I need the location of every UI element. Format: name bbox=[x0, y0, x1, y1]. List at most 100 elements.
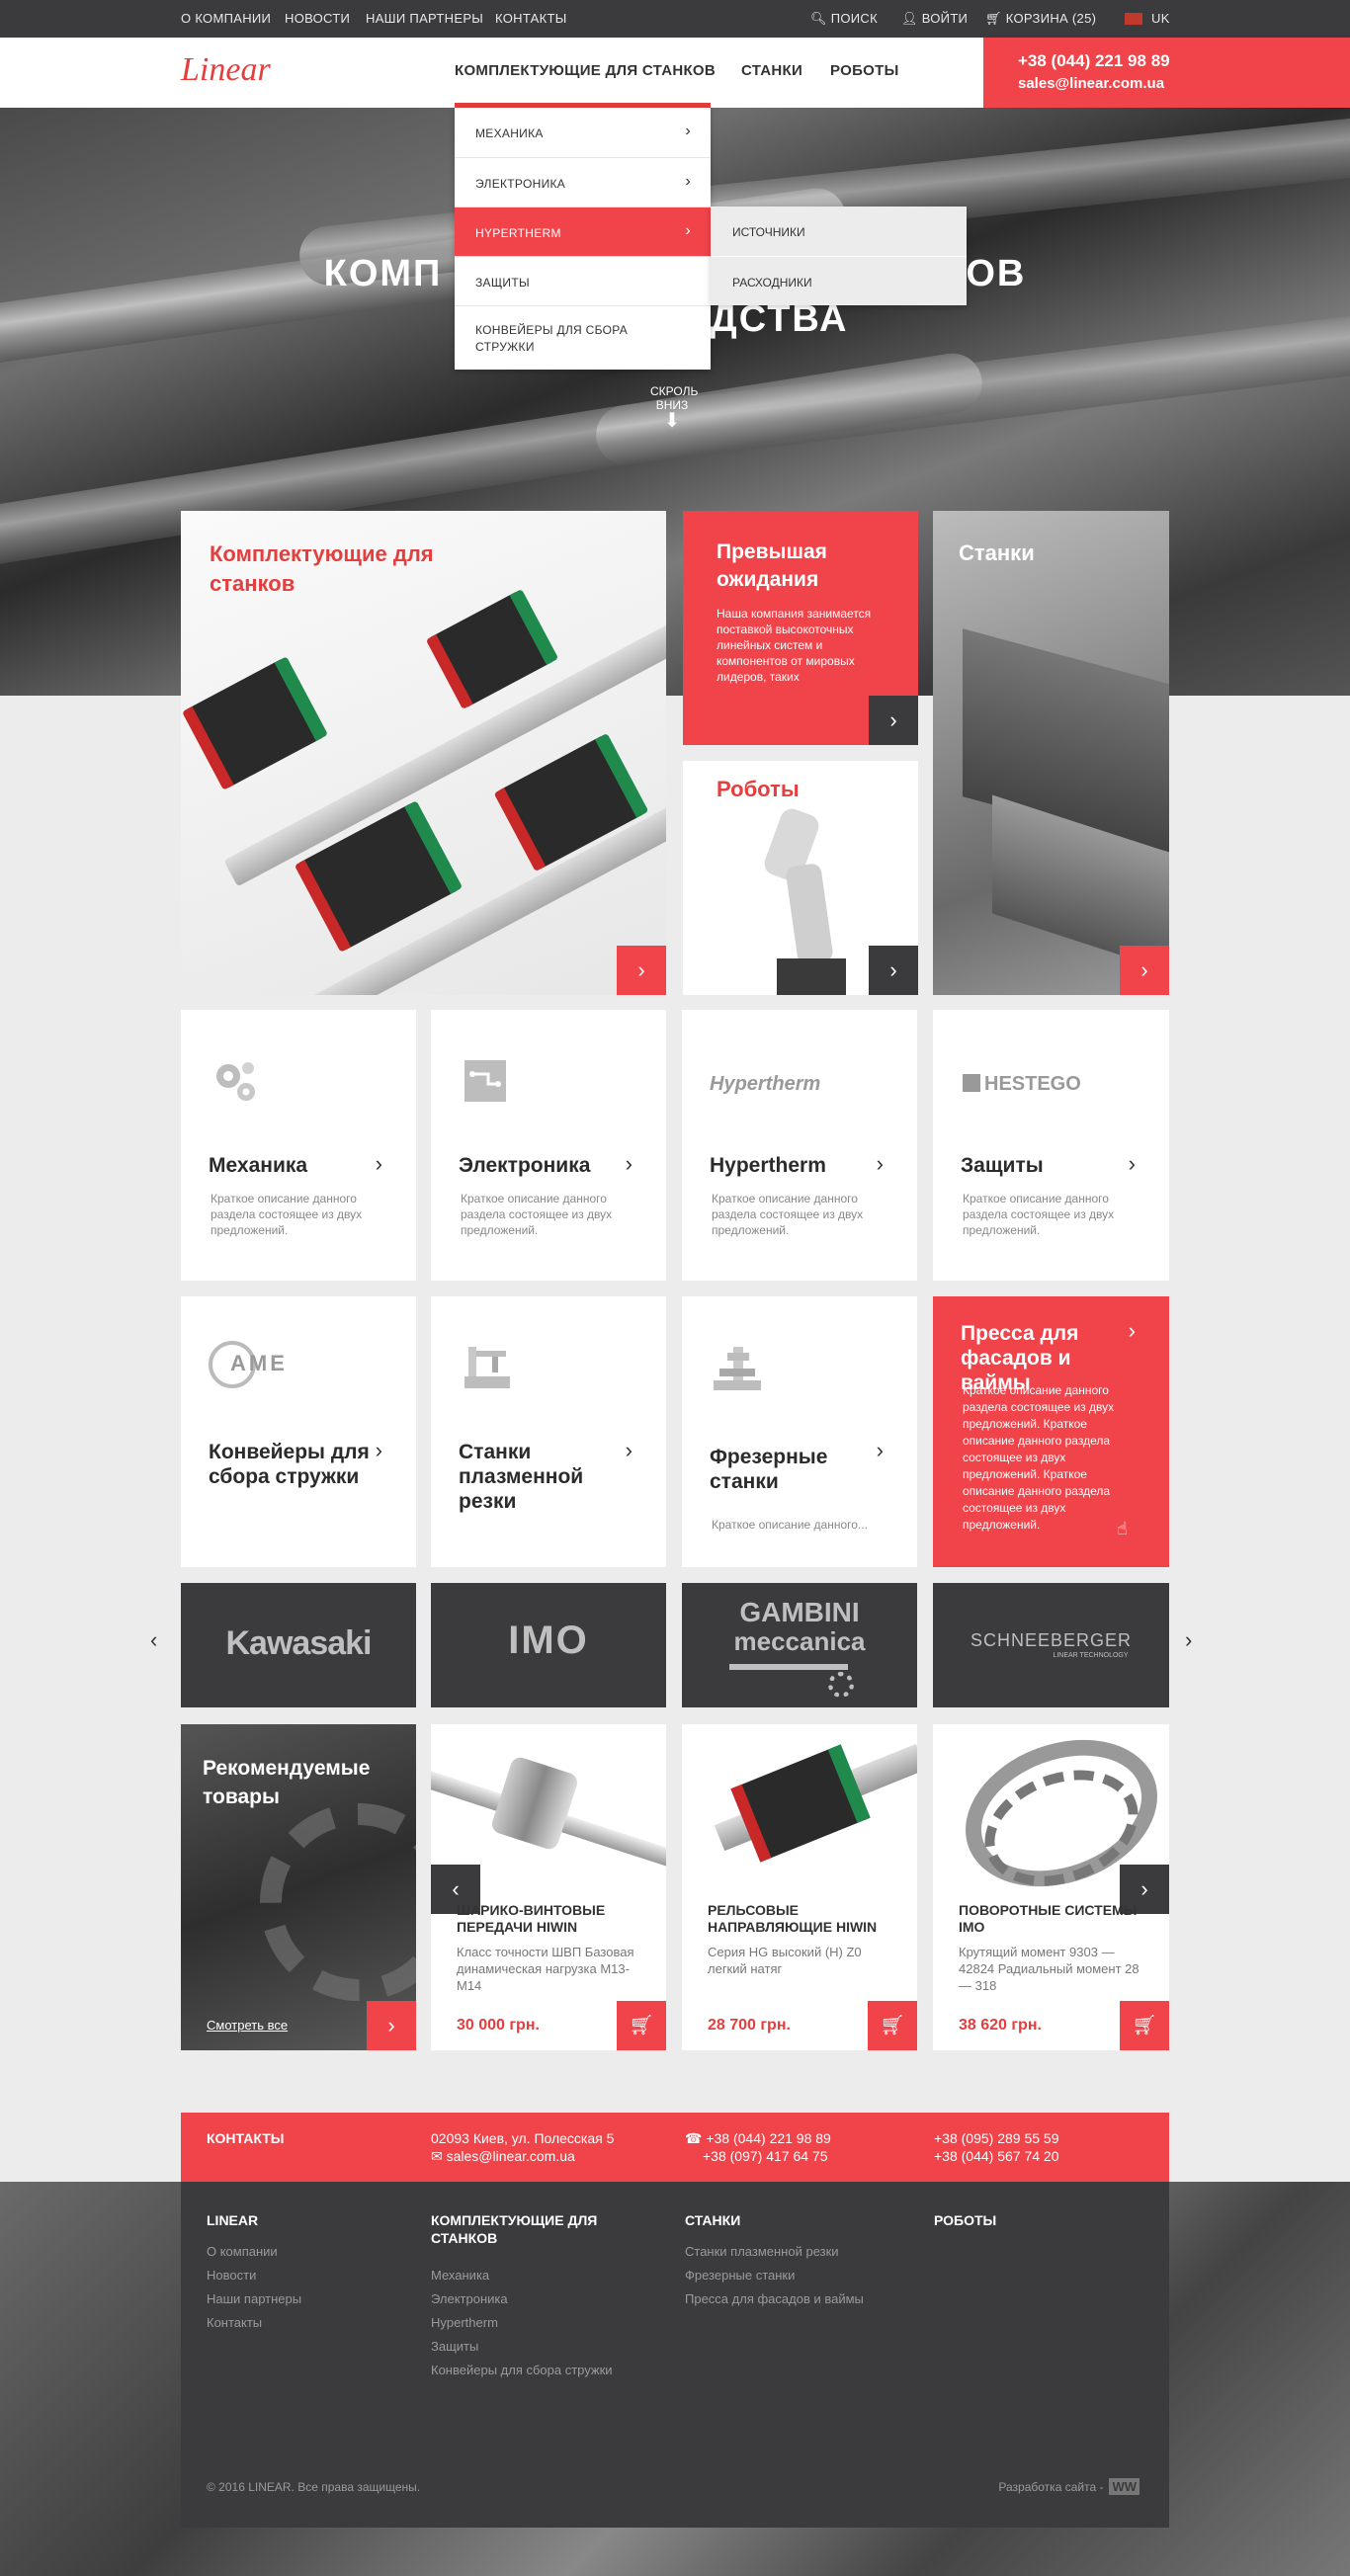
chevron-left-icon: ‹ bbox=[452, 1876, 460, 1901]
plasma-machine-icon bbox=[464, 1347, 510, 1388]
dropdown-item-conveyors[interactable]: КОНВЕЙЕРЫ ДЛЯ СБОРА СТРУЖКИ bbox=[455, 305, 711, 370]
footer-link[interactable]: Hypertherm bbox=[431, 2315, 498, 2330]
add-to-cart-button[interactable]: 🛒︎ bbox=[617, 2001, 666, 2050]
tile-robots-arrow-button[interactable]: › bbox=[869, 946, 918, 995]
category-title: Конвейеры для сбора стружки bbox=[209, 1441, 370, 1488]
tile-components-arrow-button[interactable]: › bbox=[617, 946, 666, 995]
product-description: Крутящий момент 9303 — 42824 Радиальный … bbox=[959, 1945, 1139, 1993]
contacts-email-link[interactable]: ✉︎ sales@linear.com.ua bbox=[431, 2147, 575, 2165]
brand-kawasaki[interactable]: Kawasaki bbox=[181, 1583, 416, 1707]
carriage-block-image bbox=[181, 656, 329, 790]
category-card-electronics[interactable]: Электроника › Краткое описание данного р… bbox=[431, 1010, 666, 1281]
footer-col-title: КОМПЛЕКТУЮЩИЕ ДЛЯ СТАНКОВ bbox=[431, 2212, 598, 2246]
login-link[interactable]: 👤︎ ВОЙТИ bbox=[901, 11, 968, 27]
chevron-right-icon: › bbox=[375, 1151, 382, 1176]
footer-link[interactable]: О компании bbox=[207, 2244, 278, 2259]
dropdown-item-hypertherm[interactable]: HYPERTHERM › bbox=[455, 207, 711, 256]
product-card[interactable]: РЕЛЬСОВЫЕ НАПРАВЛЯЮЩИЕ HIWIN Серия HG вы… bbox=[682, 1724, 917, 2050]
contacts-phone-3[interactable]: +38 (095) 289 55 59 bbox=[934, 2129, 1059, 2147]
category-card-press[interactable]: Пресса для фасадов и ваймы › Краткое опи… bbox=[933, 1296, 1169, 1567]
topnav-about[interactable]: О КОМПАНИИ bbox=[181, 11, 271, 26]
category-card-protection[interactable]: HESTEGO Защиты › Краткое описание данног… bbox=[933, 1010, 1169, 1281]
footer-link[interactable]: Защиты bbox=[431, 2339, 478, 2354]
submenu-item-sources[interactable]: ИСТОЧНИКИ bbox=[711, 207, 967, 256]
contacts-label: КОНТАКТЫ bbox=[207, 2130, 285, 2146]
category-card-plasma[interactable]: Станки плазменной резки › bbox=[431, 1296, 666, 1567]
chevron-left-icon: ‹ bbox=[150, 1627, 158, 1652]
chevron-right-icon: › bbox=[375, 1438, 382, 1462]
imo-logo: IMO bbox=[508, 1619, 589, 1662]
brands-prev-arrow[interactable]: ‹ bbox=[150, 1627, 157, 1653]
meccanica-logo: meccanica bbox=[733, 1626, 866, 1656]
nav-robots[interactable]: РОБОТЫ bbox=[830, 62, 899, 79]
nav-components[interactable]: КОМПЛЕКТУЮЩИЕ ДЛЯ СТАНКОВ bbox=[455, 62, 716, 79]
category-card-mechanics[interactable]: Механика › Краткое описание данного разд… bbox=[181, 1010, 416, 1281]
contacts-phone-2[interactable]: +38 (097) 417 64 75 bbox=[703, 2147, 828, 2165]
scroll-down[interactable]: СКРОЛЬ ВНИЗ ⬇︎ bbox=[633, 384, 712, 431]
chevron-right-icon: › bbox=[1128, 1151, 1136, 1176]
header-email[interactable]: sales@linear.com.ua bbox=[1018, 75, 1164, 92]
footer-link[interactable]: Контакты bbox=[207, 2315, 262, 2330]
footer-link[interactable]: Электроника bbox=[431, 2291, 508, 2306]
view-all-link[interactable]: Смотреть все bbox=[207, 2018, 288, 2033]
tile-components[interactable]: Комплектующие для станков › bbox=[181, 511, 666, 995]
topnav-contacts[interactable]: КОНТАКТЫ bbox=[495, 11, 567, 26]
add-to-cart-button[interactable]: 🛒︎ bbox=[1120, 2001, 1169, 2050]
brands-next-arrow[interactable]: › bbox=[1185, 1627, 1192, 1653]
ballscrew-nut-image bbox=[489, 1755, 580, 1852]
contacts-strip: КОНТАКТЫ 02093 Киев, ул. Полесская 5 ✉︎ … bbox=[181, 2113, 1169, 2182]
brand-imo[interactable]: IMO bbox=[431, 1583, 666, 1707]
category-description: Краткое описание данного раздела состоящ… bbox=[461, 1192, 613, 1237]
product-card[interactable]: › ПОВОРОТНЫЕ СИСТЕМЫ IMO Крутящий момент… bbox=[933, 1724, 1169, 2050]
tile-machines-title: Станки bbox=[959, 540, 1035, 565]
add-to-cart-button[interactable]: 🛒︎ bbox=[868, 2001, 917, 2050]
developer-credit[interactable]: Разработка сайта - WW bbox=[998, 2478, 1139, 2495]
category-description: Краткое описание данного раздела состоящ… bbox=[963, 1383, 1115, 1532]
category-description: Краткое описание данного раздела состоящ… bbox=[963, 1192, 1115, 1237]
developer-logo: WW bbox=[1109, 2478, 1139, 2495]
components-dropdown: МЕХАНИКА › ЭЛЕКТРОНИКА › HYPERTHERM › ЗАЩИТ… bbox=[455, 108, 711, 370]
brand-gambini[interactable]: GAMBINI meccanica bbox=[682, 1583, 917, 1707]
footer-link[interactable]: Новости bbox=[207, 2268, 256, 2283]
tile-machines-arrow-button[interactable]: › bbox=[1120, 946, 1169, 995]
footer-link[interactable]: Механика bbox=[431, 2268, 489, 2283]
brand-schneeberger[interactable]: SCHNEEBERGER LINEAR TECHNOLOGY bbox=[933, 1583, 1169, 1707]
logo[interactable]: Linear bbox=[181, 51, 271, 89]
category-card-conveyors[interactable]: AME Конвейеры для сбора стружки › bbox=[181, 1296, 416, 1567]
category-card-hypertherm[interactable]: Hypertherm Hypertherm › Краткое описание… bbox=[682, 1010, 917, 1281]
tile-robots[interactable]: Роботы › bbox=[683, 761, 918, 995]
contacts-phone-1[interactable]: ☎︎ +38 (044) 221 98 89 bbox=[685, 2129, 831, 2147]
submenu-item-consumables[interactable]: РАСХОДНИКИ bbox=[711, 256, 967, 305]
chevron-right-icon: › bbox=[876, 1151, 884, 1176]
tile-exceed[interactable]: Превышая ожидания Наша компания занимает… bbox=[683, 511, 918, 745]
dropdown-item-protection[interactable]: ЗАЩИТЫ bbox=[455, 256, 711, 305]
footer-link[interactable]: Фрезерные станки bbox=[685, 2268, 795, 2283]
product-price: 28 700 грн. bbox=[708, 2017, 791, 2034]
ame-logo: AME bbox=[209, 1341, 288, 1388]
dropdown-item-electronics[interactable]: ЭЛЕКТРОНИКА › bbox=[455, 157, 711, 207]
chevron-right-icon: › bbox=[1140, 957, 1148, 982]
phone-icon: ☎︎ bbox=[685, 2130, 707, 2146]
topnav-news[interactable]: НОВОСТИ bbox=[285, 11, 350, 26]
language-switch[interactable]: UK bbox=[1151, 11, 1170, 26]
gambini-bar bbox=[729, 1664, 848, 1670]
topnav-partners[interactable]: НАШИ ПАРТНЕРЫ bbox=[366, 11, 483, 26]
footer-link[interactable]: Пресса для фасадов и ваймы bbox=[685, 2291, 864, 2306]
footer-link[interactable]: Наши партнеры bbox=[207, 2291, 301, 2306]
footer-link[interactable]: Конвейеры для сбора стружки bbox=[431, 2363, 613, 2377]
category-card-milling[interactable]: Фрезерные станки › Краткое описание данн… bbox=[682, 1296, 917, 1567]
tile-exceed-arrow-button[interactable]: › bbox=[869, 696, 918, 745]
chevron-right-icon: › bbox=[889, 957, 897, 982]
product-name: ШАРИКО-ВИНТОВЫЕ ПЕРЕДАЧИ HIWIN bbox=[457, 1902, 606, 1935]
footer-link[interactable]: Станки плазменной резки bbox=[685, 2244, 839, 2259]
search-link[interactable]: 🔍︎ ПОИСК bbox=[810, 11, 878, 27]
contacts-phone-4[interactable]: +38 (044) 567 74 20 bbox=[934, 2147, 1059, 2165]
header-phone[interactable]: +38 (044) 221 98 89 bbox=[1018, 51, 1170, 71]
cart-link[interactable]: 🛒︎ КОРЗИНА (25) bbox=[985, 11, 1096, 27]
view-all-arrow-button[interactable]: › bbox=[367, 2001, 416, 2050]
product-card[interactable]: ‹ ШАРИКО-ВИНТОВЫЕ ПЕРЕДАЧИ HIWIN Класс т… bbox=[431, 1724, 666, 2050]
nav-machines[interactable]: СТАНКИ bbox=[741, 62, 802, 79]
dropdown-item-mechanics[interactable]: МЕХАНИКА › bbox=[455, 108, 711, 157]
tile-machines[interactable]: Станки › bbox=[933, 511, 1169, 995]
search-icon: 🔍︎ bbox=[810, 11, 831, 26]
